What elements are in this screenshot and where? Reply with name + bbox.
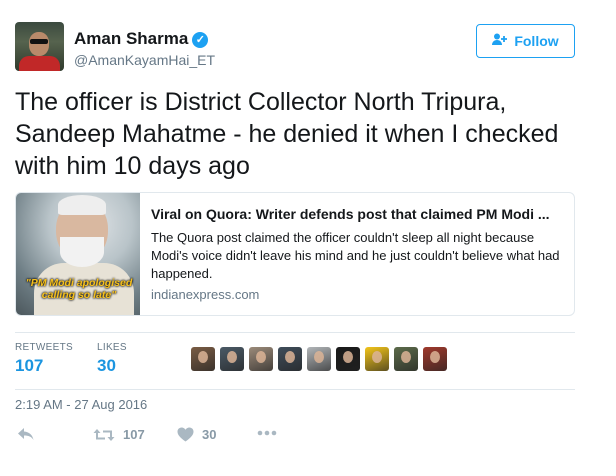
card-image-caption: "PM Modi apologised calling so late" [25,277,133,301]
follow-label: Follow [514,33,559,49]
retweets-label: RETWEETS [15,342,73,353]
card-domain: indianexpress.com [151,287,260,302]
card-thumbnail[interactable]: "PM Modi apologised calling so late" [16,193,140,315]
retweets-stat[interactable]: RETWEETS 107 [15,342,73,376]
liker-avatar[interactable] [336,347,360,371]
liker-avatar[interactable] [307,347,331,371]
likes-label: LIKES [97,342,127,353]
verified-badge-icon: ✓ [192,32,209,48]
card-description: The Quora post claimed the officer could… [151,230,560,281]
liker-avatar[interactable] [423,347,447,371]
add-user-icon [492,33,508,49]
liker-avatar[interactable] [220,347,244,371]
liker-avatar[interactable] [394,347,418,371]
retweet-count: 107 [123,427,145,442]
retweet-icon [93,428,115,442]
user-name[interactable]: Aman Sharma [74,29,188,48]
liker-avatar[interactable] [365,347,389,371]
more-icon [257,430,277,436]
tweet-text: The officer is District Collector North … [15,88,559,180]
retweet-button[interactable]: 107 [93,427,145,442]
heart-icon [177,427,194,442]
tweet-stats: RETWEETS 107 LIKES 30 [15,332,575,390]
like-button[interactable]: 30 [177,427,216,442]
user-handle[interactable]: @AmanKayamHai_ET [74,52,215,68]
avatar[interactable] [15,22,64,71]
retweets-count[interactable]: 107 [15,356,73,376]
tweet-timestamp[interactable]: 2:19 AM - 27 Aug 2016 [15,397,147,412]
tweet-actions: 107 30 [15,427,415,449]
follow-button[interactable]: Follow [476,24,575,58]
liker-avatar[interactable] [249,347,273,371]
reply-icon [17,427,35,441]
liker-avatar[interactable] [278,347,302,371]
user-name-row[interactable]: Aman Sharma ✓ [74,29,209,49]
liker-avatar[interactable] [191,347,215,371]
reply-button[interactable] [17,427,35,441]
link-card[interactable]: "PM Modi apologised calling so late" Vir… [15,192,575,316]
likes-count[interactable]: 30 [97,356,127,376]
like-count: 30 [202,427,217,442]
more-button[interactable] [257,430,277,436]
card-title[interactable]: Viral on Quora: Writer defends post that… [151,205,567,223]
likes-stat[interactable]: LIKES 30 [97,342,127,376]
